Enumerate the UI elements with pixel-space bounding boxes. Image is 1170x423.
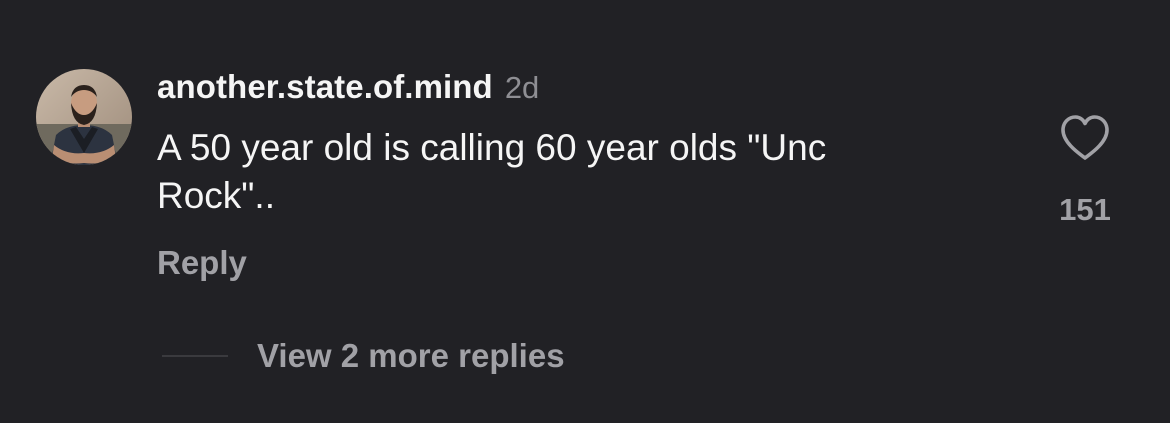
comment-text: A 50 year old is calling 60 year olds "U… (157, 127, 827, 216)
like-group: 151 (1057, 114, 1113, 234)
avatar[interactable] (36, 69, 132, 165)
view-more-replies-button[interactable]: View 2 more replies (257, 337, 565, 375)
comment-item: another.state.of.mind 2d A 50 year old i… (0, 0, 1170, 423)
reply-button[interactable]: Reply (157, 244, 247, 282)
heart-icon[interactable] (1059, 114, 1111, 162)
username-link[interactable]: another.state.of.mind (157, 68, 493, 106)
comment-header: another.state.of.mind 2d (157, 68, 539, 114)
replies-divider (162, 355, 228, 357)
avatar-photo-icon (36, 69, 132, 165)
timestamp: 2d (504, 70, 540, 105)
like-count: 151 (1059, 192, 1111, 227)
